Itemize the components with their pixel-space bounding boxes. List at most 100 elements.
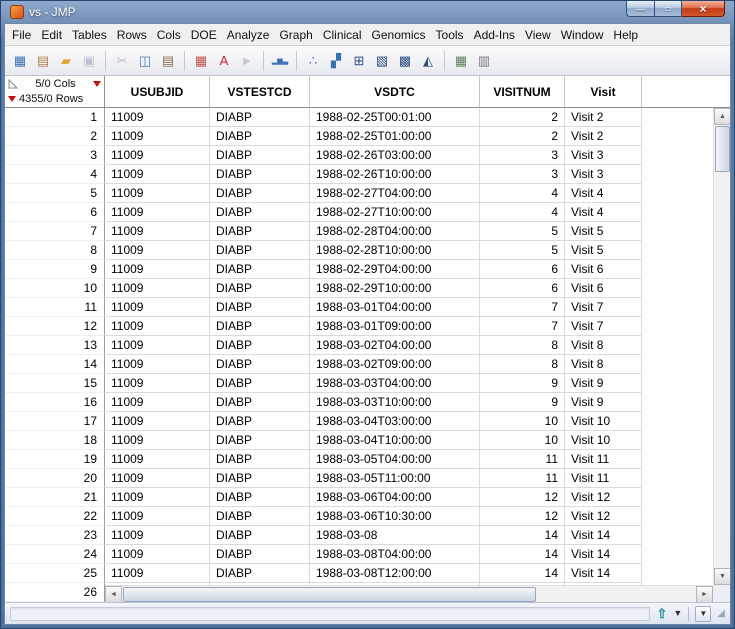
copy-icon[interactable]: ◫ <box>134 50 156 72</box>
tabulate-icon[interactable]: ▦ <box>450 50 472 72</box>
cell-vstestcd[interactable]: DIABP <box>210 146 310 165</box>
cell-visit[interactable]: Visit 8 <box>565 336 642 355</box>
cell-usubjid[interactable]: 11009 <box>105 184 210 203</box>
horizontal-scrollbar[interactable]: ◄ ► <box>105 585 713 602</box>
corner-menu-icon[interactable]: ▼ <box>695 606 711 622</box>
cell-vsdtc[interactable]: 1988-03-03T10:00:00 <box>310 393 480 412</box>
column-header-visit[interactable]: Visit <box>565 76 642 108</box>
row-number-cell[interactable]: 16 <box>5 393 105 412</box>
scroll-left-button[interactable]: ◄ <box>105 586 122 602</box>
cell-usubjid[interactable]: 11009 <box>105 279 210 298</box>
cell-usubjid[interactable]: 11009 <box>105 488 210 507</box>
cell-visitnum[interactable]: 11 <box>480 469 565 488</box>
cell-visit[interactable]: Visit 11 <box>565 450 642 469</box>
column-header-visitnum[interactable]: VISITNUM <box>480 76 565 108</box>
column-header-vsdtc[interactable]: VSDTC <box>310 76 480 108</box>
cell-vstestcd[interactable]: DIABP <box>210 222 310 241</box>
cell-visitnum[interactable]: 7 <box>480 317 565 336</box>
column-header-usubjid[interactable]: USUBJID <box>105 76 210 108</box>
cell-visit[interactable]: Visit 7 <box>565 317 642 336</box>
cell-visitnum[interactable]: 5 <box>480 222 565 241</box>
title-bar[interactable]: vs - JMP — ▭ × <box>4 1 731 23</box>
close-button[interactable]: × <box>682 1 725 17</box>
cell-vsdtc[interactable]: 1988-02-27T04:00:00 <box>310 184 480 203</box>
cell-visit[interactable]: Visit 7 <box>565 298 642 317</box>
panel-disclosure-icon[interactable] <box>8 79 18 89</box>
cell-usubjid[interactable]: 11009 <box>105 203 210 222</box>
cell-visit[interactable]: Visit 5 <box>565 222 642 241</box>
row-number-cell[interactable]: 15 <box>5 374 105 393</box>
cell-vsdtc[interactable]: 1988-03-03T04:00:00 <box>310 374 480 393</box>
cell-visitnum[interactable]: 6 <box>480 260 565 279</box>
row-number-cell[interactable]: 9 <box>5 260 105 279</box>
cell-usubjid[interactable]: 11009 <box>105 393 210 412</box>
cell-vsdtc[interactable]: 1988-03-04T10:00:00 <box>310 431 480 450</box>
cell-vstestcd[interactable]: DIABP <box>210 184 310 203</box>
cell-vstestcd[interactable]: DIABP <box>210 165 310 184</box>
cell-vstestcd[interactable]: DIABP <box>210 393 310 412</box>
row-number-cell[interactable]: 5 <box>5 184 105 203</box>
cell-visit[interactable]: Visit 3 <box>565 165 642 184</box>
menu-item-view[interactable]: View <box>520 24 556 45</box>
menu-item-doe[interactable]: DOE <box>186 24 222 45</box>
cell-vsdtc[interactable]: 1988-02-29T04:00:00 <box>310 260 480 279</box>
cell-visitnum[interactable]: 8 <box>480 336 565 355</box>
cell-visitnum[interactable]: 3 <box>480 146 565 165</box>
cell-visit[interactable]: Visit 5 <box>565 241 642 260</box>
cell-visitnum[interactable]: 5 <box>480 241 565 260</box>
menu-item-edit[interactable]: Edit <box>36 24 67 45</box>
row-number-cell[interactable]: 3 <box>5 146 105 165</box>
cell-vsdtc[interactable]: 1988-03-02T04:00:00 <box>310 336 480 355</box>
cell-vsdtc[interactable]: 1988-02-28T04:00:00 <box>310 222 480 241</box>
column-header-vstestcd[interactable]: VSTESTCD <box>210 76 310 108</box>
cell-vstestcd[interactable]: DIABP <box>210 260 310 279</box>
row-number-cell[interactable]: 13 <box>5 336 105 355</box>
cell-vsdtc[interactable]: 1988-02-26T10:00:00 <box>310 165 480 184</box>
minimize-button[interactable]: — <box>626 1 655 17</box>
menu-item-help[interactable]: Help <box>608 24 643 45</box>
cell-vsdtc[interactable]: 1988-02-28T10:00:00 <box>310 241 480 260</box>
layout-icon[interactable]: ▥ <box>473 50 495 72</box>
row-number-cell[interactable]: 4 <box>5 165 105 184</box>
cell-usubjid[interactable]: 11009 <box>105 146 210 165</box>
cell-visitnum[interactable]: 7 <box>480 298 565 317</box>
cell-vstestcd[interactable]: DIABP <box>210 336 310 355</box>
cell-vsdtc[interactable]: 1988-02-26T03:00:00 <box>310 146 480 165</box>
row-number-cell[interactable]: 2 <box>5 127 105 146</box>
cell-visitnum[interactable]: 8 <box>480 355 565 374</box>
scroll-down-button[interactable]: ▼ <box>714 568 730 585</box>
cell-visit[interactable]: Visit 4 <box>565 184 642 203</box>
cell-visit[interactable]: Visit 14 <box>565 526 642 545</box>
new-journal-icon[interactable]: ▤ <box>32 50 54 72</box>
cell-vsdtc[interactable]: 1988-02-25T01:00:00 <box>310 127 480 146</box>
cell-vsdtc[interactable]: 1988-03-01T04:00:00 <box>310 298 480 317</box>
row-number-cell[interactable]: 21 <box>5 488 105 507</box>
row-number-cell[interactable]: 23 <box>5 526 105 545</box>
menu-item-window[interactable]: Window <box>556 24 609 45</box>
cell-vsdtc[interactable]: 1988-03-06T04:00:00 <box>310 488 480 507</box>
maximize-button[interactable]: ▭ <box>655 1 682 17</box>
row-number-cell[interactable]: 7 <box>5 222 105 241</box>
cell-vstestcd[interactable]: DIABP <box>210 108 310 127</box>
cell-visit[interactable]: Visit 12 <box>565 488 642 507</box>
menu-item-tools[interactable]: Tools <box>431 24 469 45</box>
multivariate-icon[interactable]: ▩ <box>394 50 416 72</box>
cell-vstestcd[interactable]: DIABP <box>210 488 310 507</box>
cell-visitnum[interactable]: 10 <box>480 412 565 431</box>
cell-vstestcd[interactable]: DIABP <box>210 298 310 317</box>
row-number-cell[interactable]: 24 <box>5 545 105 564</box>
modeling-icon[interactable]: ▧ <box>371 50 393 72</box>
menu-item-tables[interactable]: Tables <box>67 24 112 45</box>
cell-vstestcd[interactable]: DIABP <box>210 564 310 583</box>
cell-vsdtc[interactable]: 1988-03-08T12:00:00 <box>310 564 480 583</box>
scroll-up-button[interactable]: ▲ <box>714 108 730 125</box>
row-number-cell[interactable]: 18 <box>5 431 105 450</box>
cell-visit[interactable]: Visit 6 <box>565 260 642 279</box>
cell-usubjid[interactable]: 11009 <box>105 526 210 545</box>
cell-visit[interactable]: Visit 2 <box>565 127 642 146</box>
row-number-cell[interactable]: 12 <box>5 317 105 336</box>
cell-visitnum[interactable]: 4 <box>480 203 565 222</box>
cell-vsdtc[interactable]: 1988-03-08T04:00:00 <box>310 545 480 564</box>
cell-usubjid[interactable]: 11009 <box>105 298 210 317</box>
cell-vstestcd[interactable]: DIABP <box>210 450 310 469</box>
